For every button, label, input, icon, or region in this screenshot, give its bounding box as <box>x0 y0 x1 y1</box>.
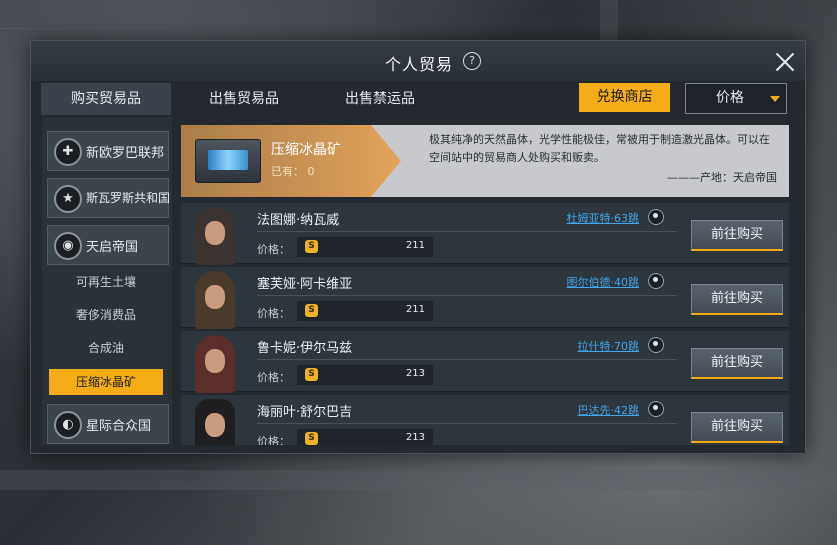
item-name: 压缩冰晶矿 <box>271 142 341 158</box>
coin-icon: S <box>305 368 318 381</box>
faction-name: 天启帝国 <box>86 240 139 255</box>
sidebar-item-compressed-ice-crystal[interactable]: 压缩冰晶矿 <box>49 369 163 395</box>
coin-icon: S <box>305 240 318 253</box>
price-value: 213 <box>405 432 425 443</box>
trader-row: 鲁卡妮·伊尔马兹 拉什特·70跳 价格： S 213 前往购买 <box>181 331 789 393</box>
chevron-down-icon <box>770 96 780 102</box>
swirl-emblem-icon: ◐ <box>54 411 82 439</box>
sort-dropdown[interactable]: 价格 <box>685 83 787 114</box>
ice-crystal-crate-icon <box>195 139 261 183</box>
location-pin-icon[interactable] <box>648 209 664 225</box>
price-box: S 213 <box>297 429 433 445</box>
help-icon[interactable]: ? <box>463 52 481 70</box>
price-label: 价格： <box>257 307 290 320</box>
trader-portrait <box>189 207 241 265</box>
faction-name: 新欧罗巴联邦 <box>86 146 165 161</box>
sidebar-faction-swaros[interactable]: ★ 斯瓦罗斯共和国 <box>47 178 171 218</box>
trader-row: 塞芙娅·阿卡维亚 图尔伯德·40跳 价格： S 211 前往购买 <box>181 267 789 329</box>
price-box: S 211 <box>297 237 433 257</box>
close-icon[interactable] <box>775 52 795 72</box>
background-structure <box>0 470 837 490</box>
price-box: S 211 <box>297 301 433 321</box>
sidebar-faction-apocalypse-empire[interactable]: ◉ 天启帝国 <box>47 225 169 265</box>
go-buy-button[interactable]: 前往购买 <box>691 284 783 315</box>
sidebar-faction-new-europa[interactable]: ✚ 新欧罗巴联邦 <box>47 131 169 171</box>
go-buy-button[interactable]: 前往购买 <box>691 220 783 251</box>
trader-name: 法图娜·纳瓦威 <box>257 213 340 228</box>
item-owned-count: 已有： 0 <box>271 165 315 178</box>
coin-icon: S <box>305 304 318 317</box>
sidebar-item-synthetic-oil[interactable]: 合成油 <box>49 335 163 361</box>
trader-row: 法图娜·纳瓦威 杜姆亚特·63跳 价格： S 211 前往购买 <box>181 203 789 265</box>
price-box: S 213 <box>297 365 433 385</box>
faction-name: 斯瓦罗斯共和国 <box>86 191 171 205</box>
background-signage <box>0 0 172 29</box>
eagle-emblem-icon: ◉ <box>54 232 82 260</box>
star-emblem-icon: ★ <box>54 185 82 213</box>
trader-portrait <box>189 271 241 329</box>
item-detail-banner: 压缩冰晶矿 已有： 0 极其纯净的天然晶体，光学性能极佳，常被用于制造激光晶体。… <box>181 125 789 197</box>
personal-trade-window: 个人贸易 ? 购买贸易品 出售贸易品 出售禁运品 兑换商店 价格 ✚ 新欧罗巴联… <box>30 40 806 454</box>
trader-portrait <box>189 335 241 393</box>
location-pin-icon[interactable] <box>648 401 664 417</box>
price-value: 211 <box>405 240 425 251</box>
tab-sell-goods[interactable]: 出售贸易品 <box>179 83 309 115</box>
background-structure <box>600 0 618 40</box>
location-pin-icon[interactable] <box>648 337 664 353</box>
trader-name: 塞芙娅·阿卡维亚 <box>257 277 353 292</box>
trader-portrait <box>189 399 241 445</box>
go-buy-button[interactable]: 前往购买 <box>691 412 783 443</box>
window-title: 个人贸易 <box>385 55 454 74</box>
price-label: 价格： <box>257 435 290 445</box>
trader-location-link[interactable]: 图尔伯德·40跳 <box>567 274 640 290</box>
price-label: 价格： <box>257 243 290 256</box>
sort-label: 价格 <box>716 90 744 106</box>
coin-icon: S <box>305 432 318 445</box>
cross-emblem-icon: ✚ <box>54 138 82 166</box>
price-value: 213 <box>405 368 425 379</box>
faction-sidebar: ✚ 新欧罗巴联邦 ★ 斯瓦罗斯共和国 ◉ 天启帝国 可再生土壤 奢侈消费品 合成… <box>42 117 172 445</box>
go-buy-button[interactable]: 前往购买 <box>691 348 783 379</box>
item-description: 极其纯净的天然晶体，光学性能极佳，常被用于制造激光晶体。可以在空间站中的贸易商人… <box>429 133 770 164</box>
sidebar-item-renewable-soil[interactable]: 可再生土壤 <box>49 269 163 295</box>
location-pin-icon[interactable] <box>648 273 664 289</box>
sidebar-item-luxury-goods[interactable]: 奢侈消费品 <box>49 302 163 328</box>
price-label: 价格： <box>257 371 290 384</box>
trader-location-link[interactable]: 拉什特·70跳 <box>578 338 640 354</box>
tab-buy-goods[interactable]: 购买贸易品 <box>41 83 171 115</box>
item-tag: 压缩冰晶矿 已有： 0 <box>181 125 401 197</box>
tab-sell-contraband[interactable]: 出售禁运品 <box>315 83 445 115</box>
trader-location-link[interactable]: 巴达先·42跳 <box>578 402 640 418</box>
exchange-shop-button[interactable]: 兑换商店 <box>579 83 670 112</box>
trader-name: 鲁卡妮·伊尔马兹 <box>257 341 353 356</box>
faction-name: 星际合众国 <box>86 419 152 434</box>
item-origin: ———产地：天启帝国 <box>667 171 777 184</box>
trader-location-link[interactable]: 杜姆亚特·63跳 <box>567 210 640 226</box>
price-value: 211 <box>405 304 425 315</box>
window-titlebar: 个人贸易 ? <box>31 41 805 81</box>
trader-row: 海丽叶·舒尔巴吉 巴达先·42跳 价格： S 213 前往购买 <box>181 395 789 445</box>
trader-name: 海丽叶·舒尔巴吉 <box>257 405 353 420</box>
sidebar-faction-interstellar-union[interactable]: ◐ 星际合众国 <box>47 404 169 444</box>
trader-list: 法图娜·纳瓦威 杜姆亚特·63跳 价格： S 211 前往购买 塞芙娅·阿卡维亚… <box>181 203 789 445</box>
